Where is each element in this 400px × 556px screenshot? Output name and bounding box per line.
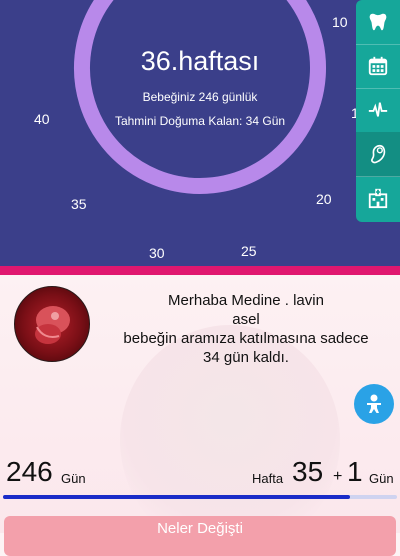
rail-button-heartbeat[interactable] bbox=[356, 88, 400, 133]
fetus-image bbox=[35, 306, 70, 344]
pregnancy-progress-bar bbox=[3, 495, 397, 499]
plus-sign: + bbox=[333, 468, 343, 485]
week-value: 35 bbox=[292, 456, 324, 487]
week-title: 36.haftası bbox=[140, 46, 260, 76]
pregnancy-header: 10 1 20 25 30 35 40 36.haftası Bebeğiniz… bbox=[0, 0, 400, 266]
pregnancy-progress-ring bbox=[74, 0, 326, 194]
rail-button-calendar[interactable] bbox=[356, 44, 400, 89]
fetus-icon bbox=[371, 144, 386, 164]
baby-icon bbox=[367, 394, 381, 413]
ring-tick-30: 30 bbox=[149, 245, 165, 261]
greeting-line-4: 34 gün kaldı. bbox=[203, 349, 289, 366]
header-divider bbox=[0, 266, 400, 275]
ring-tick-20: 20 bbox=[316, 191, 332, 207]
hospital-icon bbox=[368, 188, 388, 209]
ring-tick-35: 35 bbox=[71, 196, 87, 212]
rail-button-fetus[interactable] bbox=[356, 132, 400, 177]
heartbeat-icon bbox=[368, 102, 388, 117]
rail-button-hospital[interactable] bbox=[356, 176, 400, 220]
due-remaining-text: Tahmini Doğuma Kalan: 34 Gün bbox=[114, 114, 286, 128]
extra-days-unit: Gün bbox=[369, 471, 394, 486]
ring-tick-10: 10 bbox=[332, 14, 348, 30]
extra-days-value: 1 bbox=[347, 456, 363, 487]
side-rail bbox=[356, 0, 400, 222]
pregnancy-progress-fill bbox=[3, 495, 350, 499]
what-changed-button[interactable]: Neler Değişti bbox=[4, 516, 396, 556]
greeting-line-1: Merhaba Medine . lavin bbox=[168, 292, 324, 309]
days-value: 246 bbox=[6, 456, 53, 487]
rail-button-tooth[interactable] bbox=[356, 0, 400, 45]
baby-age-text: Bebeğiniz 246 günlük bbox=[142, 90, 258, 104]
greeting-line-2: asel bbox=[232, 311, 260, 328]
calendar-icon bbox=[368, 56, 388, 76]
days-unit: Gün bbox=[61, 471, 86, 486]
baby-info-button[interactable] bbox=[354, 384, 394, 424]
week-label: Hafta bbox=[252, 471, 284, 486]
fetus-avatar bbox=[14, 286, 90, 362]
greeting-line-3: bebeğin aramıza katılmasına sadece bbox=[123, 330, 369, 347]
tooth-icon bbox=[369, 13, 387, 31]
pregnancy-stats: 246 Gün Hafta 35 + 1 Gün bbox=[0, 452, 400, 492]
ring-tick-25: 25 bbox=[241, 243, 257, 259]
